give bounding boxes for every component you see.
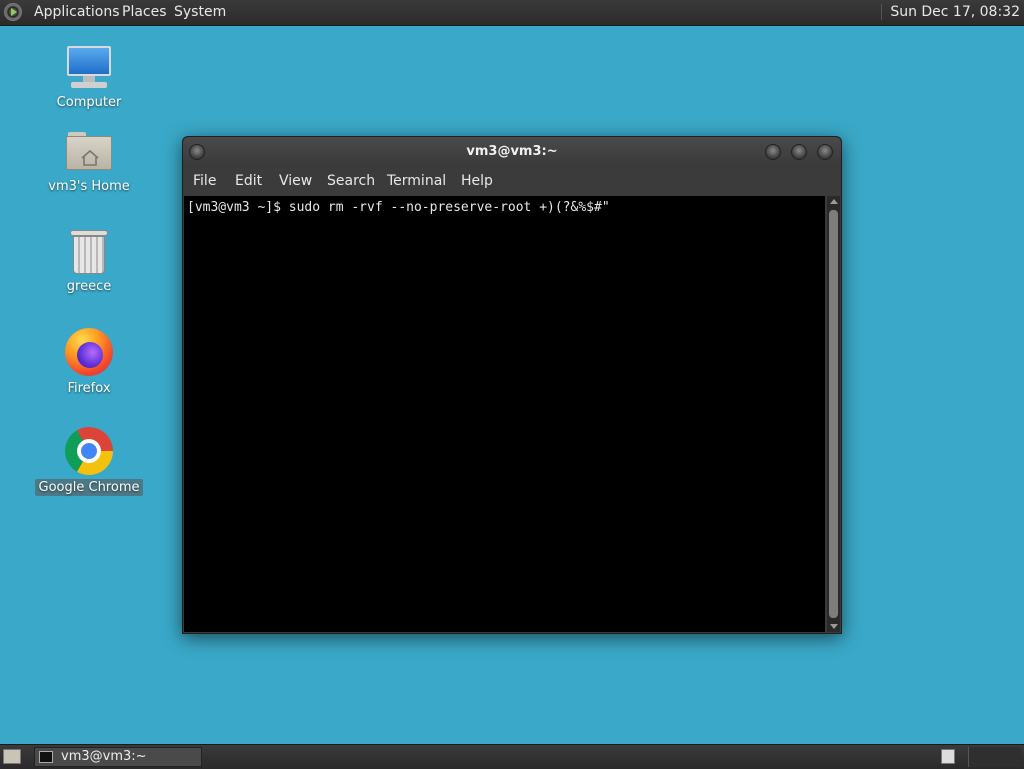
desktop-icon-home[interactable]: vm3's Home: [34, 128, 144, 195]
places-menu[interactable]: Places: [122, 4, 167, 20]
menu-help[interactable]: Help: [461, 173, 493, 189]
desktop-icon-label: greece: [66, 279, 112, 294]
desktop-icon-trash[interactable]: greece: [34, 230, 144, 295]
menu-edit[interactable]: Edit: [235, 173, 262, 189]
terminal-line: [vm3@vm3 ~]$ sudo rm -rvf --no-preserve-…: [187, 200, 610, 215]
scroll-down-icon[interactable]: [830, 624, 838, 629]
desktop-icon-label: Firefox: [67, 381, 111, 396]
system-menu[interactable]: System: [174, 4, 226, 20]
desktop-icon-label: Computer: [56, 95, 122, 110]
chrome-icon: [65, 427, 113, 475]
terminal-window[interactable]: vm3@vm3:~ File Edit View Search Terminal…: [182, 136, 842, 634]
desktop-icon-firefox[interactable]: Firefox: [34, 328, 144, 397]
maximize-button[interactable]: [791, 144, 807, 160]
desktop-icon-label: vm3's Home: [48, 179, 130, 194]
top-panel: Applications Places System Sun Dec 17, 0…: [0, 0, 1024, 26]
menu-logo-icon[interactable]: [4, 3, 22, 21]
firefox-icon: [65, 328, 113, 376]
terminal-scrollbar[interactable]: [827, 196, 840, 632]
menu-search[interactable]: Search: [327, 173, 375, 189]
minimize-button[interactable]: [765, 144, 781, 160]
show-desktop-icon[interactable]: [3, 749, 21, 764]
window-titlebar[interactable]: vm3@vm3:~: [183, 137, 841, 167]
applications-menu[interactable]: Applications: [34, 4, 120, 20]
desktop-icon-chrome[interactable]: Google Chrome: [34, 427, 144, 496]
scroll-thumb[interactable]: [829, 210, 838, 618]
close-button[interactable]: [817, 144, 833, 160]
workspace-area[interactable]: [968, 747, 1021, 767]
menu-terminal[interactable]: Terminal: [387, 173, 446, 189]
terminal-menubar: File Edit View Search Terminal Help: [183, 167, 841, 195]
scroll-up-icon[interactable]: [830, 199, 838, 204]
terminal-icon: [39, 751, 53, 763]
menu-view[interactable]: View: [279, 173, 312, 189]
trash-icon: [70, 230, 108, 274]
workspace-switcher[interactable]: [941, 749, 955, 764]
desktop-icon-computer[interactable]: Computer: [34, 44, 144, 111]
taskbar-item-label: vm3@vm3:~: [61, 749, 147, 764]
bottom-panel: vm3@vm3:~: [0, 744, 1024, 769]
clock[interactable]: Sun Dec 17, 08:32: [881, 4, 1020, 20]
taskbar-item-terminal[interactable]: vm3@vm3:~: [34, 747, 202, 767]
window-title: vm3@vm3:~: [466, 144, 558, 159]
computer-icon: [65, 44, 113, 90]
menu-file[interactable]: File: [193, 173, 216, 189]
desktop-icon-label: Google Chrome: [34, 479, 144, 496]
home-folder-icon: [66, 132, 112, 172]
terminal-output[interactable]: [vm3@vm3 ~]$ sudo rm -rvf --no-preserve-…: [184, 196, 825, 632]
